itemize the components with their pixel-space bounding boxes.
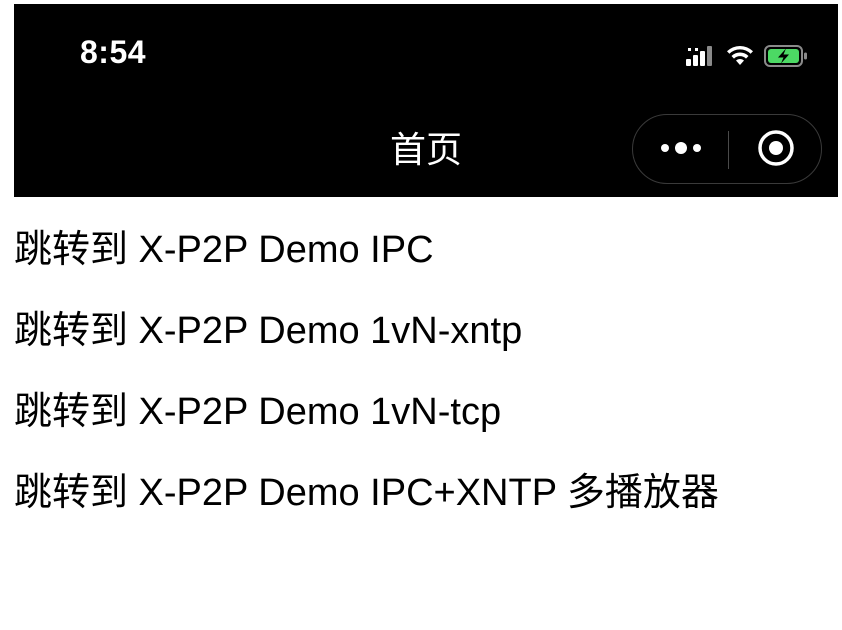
- link-demo-ipc-xntp-multi-player[interactable]: 跳转到 X-P2P Demo IPC+XNTP 多播放器: [14, 470, 719, 516]
- mini-program-page: 8:54 首页 跳转到 X-P2P Demo IPC 跳转到 X-P2P Dem…: [14, 4, 838, 630]
- more-button[interactable]: [633, 115, 728, 185]
- menu-capsule: [632, 114, 822, 184]
- target-circle-icon: [757, 129, 795, 172]
- wifi-icon: [726, 45, 754, 67]
- signal-icon: [686, 46, 716, 66]
- more-dots-icon: [659, 141, 703, 160]
- link-demo-1vn-tcp[interactable]: 跳转到 X-P2P Demo 1vN-tcp: [14, 389, 501, 435]
- battery-charging-icon: [764, 45, 808, 67]
- status-icons: [686, 42, 808, 70]
- status-time: 8:54: [80, 34, 147, 70]
- close-button[interactable]: [729, 115, 823, 185]
- top-bar: 8:54 首页: [14, 4, 838, 197]
- link-demo-1vn-xntp[interactable]: 跳转到 X-P2P Demo 1vN-xntp: [14, 308, 522, 354]
- link-demo-ipc[interactable]: 跳转到 X-P2P Demo IPC: [14, 227, 434, 273]
